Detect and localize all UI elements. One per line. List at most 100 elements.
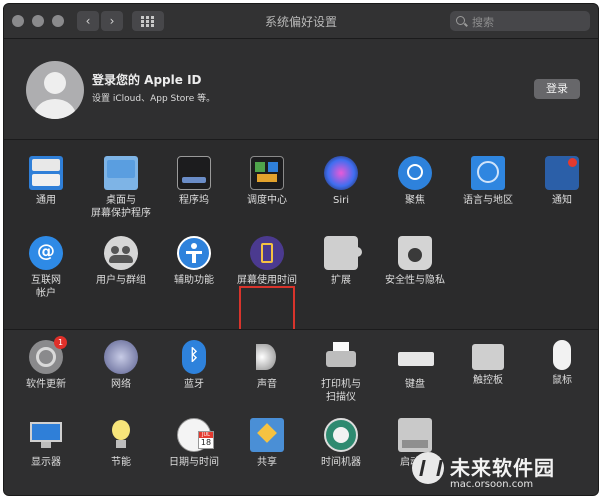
pref-trackpad[interactable]: 触控板 [451,340,525,387]
pref-desktop[interactable]: 桌面与 屏幕保护程序 [84,156,158,220]
pref-extensions[interactable]: 扩展 [304,236,378,287]
pref-label: 安全性与隐私 [385,275,445,286]
trackpad-icon [472,344,504,370]
avatar-body [34,99,76,119]
pref-sharing[interactable]: 共享 [230,418,304,469]
pref-label: 用户与群组 [96,275,146,286]
pref-label: 键盘 [405,379,425,390]
spotlight-icon [398,156,432,190]
extensions-icon [324,236,362,270]
watermark-site: mac.orsoon.com [450,479,534,490]
pref-label: 网络 [111,379,131,390]
keyboard-icon [398,340,434,374]
pref-date-time[interactable]: JUL 18 日期与时间 [157,418,231,469]
pref-dock[interactable]: 程序坞 [157,156,231,207]
pref-label: 日期与时间 [169,457,219,468]
pref-label: 通知 [552,195,572,206]
screen-time-icon [250,236,284,270]
pref-label: 显示器 [31,457,61,468]
mission-control-icon [250,156,284,190]
pref-label: 蓝牙 [184,379,204,390]
energy-icon [104,418,138,452]
pref-label: 聚焦 [405,195,425,206]
pref-security[interactable]: 安全性与隐私 [378,236,452,287]
security-icon [398,236,432,270]
pref-label: 互联网 帐户 [31,275,61,299]
pref-keyboard[interactable]: 键盘 [378,340,452,391]
pref-label: 节能 [111,457,131,468]
watermark-brand: 未来软件园 [450,456,555,480]
sharing-icon [250,418,284,452]
notifications-icon [545,156,579,190]
title-bar: ‹ › 系统偏好设置 搜索 [4,4,598,39]
pref-label: 时间机器 [321,457,361,468]
avatar[interactable] [26,61,84,119]
pref-accessibility[interactable]: 辅助功能 [157,236,231,287]
pref-label: 辅助功能 [174,275,214,286]
search-placeholder: 搜索 [472,16,494,29]
pref-spotlight[interactable]: 聚焦 [378,156,452,207]
pref-mouse[interactable]: 鼠标 [525,340,598,387]
pref-network[interactable]: 网络 [84,340,158,391]
pref-label: 鼠标 [552,375,572,386]
pref-mission-control[interactable]: 调度中心 [230,156,304,207]
login-button[interactable]: 登录 [534,79,580,99]
users-icon [104,236,138,270]
pref-general[interactable]: 通用 [9,156,83,207]
pref-internet-accounts[interactable]: @ 互联网 帐户 [9,236,83,300]
pref-label: 共享 [257,457,277,468]
pref-label: 语言与地区 [463,195,513,206]
pref-label: 触控板 [473,375,503,386]
search-icon [456,16,465,25]
pref-label: 扩展 [331,275,351,286]
printer-icon [324,340,358,374]
apple-id-subtitle: 设置 iCloud、App Store 等。 [92,94,216,104]
internet-accounts-icon: @ [29,236,63,270]
pref-label: 程序坞 [179,195,209,206]
watermark-logo-icon [412,452,444,484]
watermark: 未来软件园 mac.orsoon.com [406,450,592,495]
pref-siri[interactable]: Siri [304,156,378,207]
pref-printers[interactable]: 打印机与 扫描仪 [304,340,378,404]
pref-software-update[interactable]: 1 软件更新 [9,336,83,391]
pref-label: 打印机与 扫描仪 [321,379,361,403]
pref-label: 软件更新 [26,379,66,390]
date-time-icon: JUL 18 [177,418,214,452]
pref-label: 调度中心 [247,195,287,206]
system-preferences-window: ‹ › 系统偏好设置 搜索 登录您的 Apple ID 设置 iCloud、Ap… [3,3,599,496]
pref-time-machine[interactable]: 时间机器 [304,418,378,469]
pref-bluetooth[interactable]: ᛒ 蓝牙 [157,340,231,391]
time-machine-icon [324,418,358,452]
pref-displays[interactable]: 显示器 [9,418,83,469]
display-icon [29,418,63,452]
language-icon [471,156,505,190]
pref-users[interactable]: 用户与群组 [84,236,158,287]
search-input[interactable]: 搜索 [450,11,590,31]
apple-id-panel: 登录您的 Apple ID 设置 iCloud、App Store 等。 登录 [4,39,598,140]
general-icon [29,156,63,190]
pref-notifications[interactable]: 通知 [525,156,598,207]
mouse-icon [553,340,571,370]
apple-id-title: 登录您的 Apple ID [92,73,202,87]
pref-language[interactable]: 语言与地区 [451,156,525,207]
avatar-head [44,72,66,94]
network-icon [104,340,138,374]
update-badge: 1 [54,336,67,349]
pref-energy-saver[interactable]: 节能 [84,418,158,469]
accessibility-icon [177,236,211,270]
sound-icon [250,340,284,374]
pref-screen-time[interactable]: 屏幕使用时间 [230,236,304,287]
hardware-section: 1 软件更新 网络 ᛒ 蓝牙 声音 打印机与 扫描仪 键盘 触控板 鼠标 显示器… [4,329,598,495]
pref-label: Siri [332,195,349,206]
desktop-icon [104,156,138,190]
dock-icon [177,156,211,190]
calendar-day: 18 [200,438,212,447]
software-update-icon: 1 [29,336,67,374]
siri-icon [324,156,358,190]
pref-label: 通用 [36,195,56,206]
pref-label: 桌面与 屏幕保护程序 [91,195,151,219]
bluetooth-icon: ᛒ [182,340,206,374]
personal-section: 通用 桌面与 屏幕保护程序 程序坞 调度中心 Siri 聚焦 语言与地区 通知 … [4,140,598,352]
startup-disk-icon [398,418,432,452]
pref-sound[interactable]: 声音 [230,340,304,391]
